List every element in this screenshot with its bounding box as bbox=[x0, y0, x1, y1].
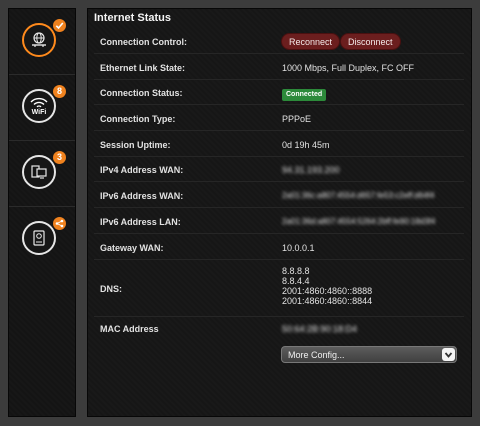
row-value: 2a01:36d:a807:4554:5264:2bff:fe90:18d3f4 bbox=[282, 217, 436, 226]
row-session-uptime: Session Uptime: 0d 19h 45m bbox=[94, 131, 464, 157]
disconnect-button[interactable]: Disconnect bbox=[340, 33, 401, 50]
share-icon bbox=[53, 217, 66, 230]
wifi-icon: WiFi bbox=[22, 89, 56, 123]
row-label: DNS: bbox=[100, 284, 122, 294]
check-icon bbox=[53, 19, 66, 32]
row-mac-address: MAC Address 50:64:2B:90:18:D4 bbox=[94, 317, 464, 343]
row-dns: DNS: 8.8.8.8 8.8.4.4 2001:4860:4860::888… bbox=[94, 260, 464, 317]
row-label: Connection Control: bbox=[100, 37, 187, 47]
sidebar-item-internet[interactable] bbox=[9, 9, 75, 75]
row-value: 0d 19h 45m bbox=[282, 140, 330, 150]
sidebar: WiFi 8 3 bbox=[8, 8, 76, 417]
sidebar-item-storage[interactable] bbox=[9, 207, 75, 273]
row-label: IPv6 Address LAN: bbox=[100, 217, 181, 227]
row-value: PPPoE bbox=[282, 114, 312, 124]
row-label: Connection Status: bbox=[100, 88, 183, 98]
row-label: Ethernet Link State: bbox=[100, 63, 186, 73]
sidebar-item-devices[interactable]: 3 bbox=[9, 141, 75, 207]
row-label: Connection Type: bbox=[100, 114, 176, 124]
status-cell: Connected bbox=[282, 88, 327, 101]
page-title: Internet Status bbox=[94, 12, 172, 24]
row-label: Session Uptime: bbox=[100, 140, 171, 150]
dns-list: 8.8.8.8 8.8.4.4 2001:4860:4860::8888 200… bbox=[282, 266, 372, 306]
hdd-icon bbox=[22, 221, 56, 255]
status-badge: Connected bbox=[282, 89, 327, 101]
row-ethernet-link-state: Ethernet Link State: 1000 Mbps, Full Dup… bbox=[94, 54, 464, 80]
row-value: 50:64:2B:90:18:D4 bbox=[282, 324, 358, 334]
reconnect-button[interactable]: Reconnect bbox=[281, 33, 341, 50]
row-value: 1000 Mbps, Full Duplex, FC OFF bbox=[282, 63, 415, 73]
row-value: 2a01:36c:a807:4554:d657:fe53:c2eff:d64f4 bbox=[282, 191, 435, 200]
row-label: IPv6 Address WAN: bbox=[100, 191, 184, 201]
globe-router-icon bbox=[22, 23, 56, 57]
row-label: MAC Address bbox=[100, 324, 159, 334]
dns-server: 2001:4860:4860::8888 bbox=[282, 286, 373, 296]
row-ipv6-lan: IPv6 Address LAN: 2a01:36d:a807:4554:526… bbox=[94, 208, 464, 234]
devices-icon bbox=[22, 155, 56, 189]
dns-server: 2001:4860:4860::8844 bbox=[282, 296, 373, 306]
devices-count-badge: 3 bbox=[53, 151, 66, 164]
row-label: IPv4 Address WAN: bbox=[100, 165, 184, 175]
chevron-down-icon[interactable] bbox=[442, 348, 455, 361]
row-ipv6-wan: IPv6 Address WAN: 2a01:36c:a807:4554:d65… bbox=[94, 182, 464, 208]
dns-server: 8.8.8.8 bbox=[282, 266, 310, 276]
internet-status-panel: Internet Status Connection Control: Reco… bbox=[87, 8, 472, 417]
wifi-label: WiFi bbox=[31, 109, 47, 116]
wifi-count-badge: 8 bbox=[53, 85, 66, 98]
row-value: 10.0.0.1 bbox=[282, 243, 315, 253]
row-connection-control: Connection Control: Reconnect Disconnect bbox=[94, 29, 464, 54]
sidebar-item-wifi[interactable]: WiFi 8 bbox=[9, 75, 75, 141]
more-config-select[interactable]: More Config... bbox=[281, 346, 457, 363]
row-label: Gateway WAN: bbox=[100, 243, 164, 253]
row-connection-status: Connection Status: Connected bbox=[94, 80, 464, 105]
more-config-value: More Config... bbox=[288, 350, 345, 360]
row-value: 94.31.193.200 bbox=[282, 165, 340, 175]
row-ipv4-wan: IPv4 Address WAN: 94.31.193.200 bbox=[94, 157, 464, 182]
row-gateway-wan: Gateway WAN: 10.0.0.1 bbox=[94, 234, 464, 260]
dns-server: 8.8.4.4 bbox=[282, 276, 310, 286]
row-connection-type: Connection Type: PPPoE bbox=[94, 105, 464, 131]
